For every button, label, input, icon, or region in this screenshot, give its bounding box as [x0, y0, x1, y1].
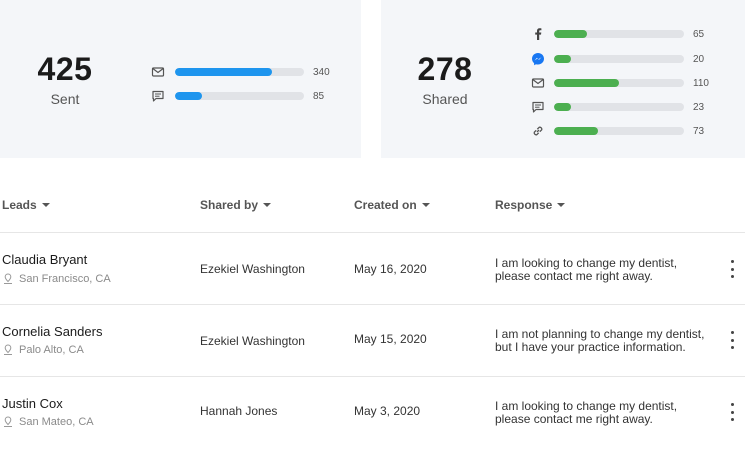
shared-email-bar-fill	[554, 79, 619, 87]
response-cell: I am looking to change my dentist, pleas…	[495, 400, 720, 426]
lead-location-text: Palo Alto, CA	[19, 344, 84, 356]
location-pin-icon	[4, 273, 12, 284]
location-pin-icon	[4, 344, 12, 355]
caret-down-icon	[421, 203, 430, 207]
shared-facebook-bar-fill	[554, 30, 587, 38]
header-created-on-label: Created on	[354, 198, 417, 212]
sent-email-value: 340	[313, 66, 330, 78]
shared-sms-bar	[554, 103, 684, 111]
header-shared-by-label: Shared by	[200, 198, 259, 212]
table-row[interactable]: Cornelia Sanders Palo Alto, CA Ezekiel W…	[0, 305, 745, 377]
shared-by-cell: Hannah Jones	[200, 404, 278, 418]
lead-location-text: San Francisco, CA	[19, 273, 111, 285]
response-cell: I am looking to change my dentist, pleas…	[495, 257, 720, 283]
shared-link-bar	[554, 127, 684, 135]
lead-name[interactable]: Justin Cox	[2, 396, 63, 411]
sent-email-bar	[175, 68, 304, 76]
shared-sms-bar-fill	[554, 103, 571, 111]
lead-name[interactable]: Cornelia Sanders	[2, 324, 102, 339]
link-icon	[531, 124, 545, 138]
table-header: Leads Shared by Created on Response	[0, 190, 745, 220]
created-on-cell: May 16, 2020	[354, 262, 427, 276]
messenger-icon	[531, 52, 545, 66]
shared-link-value: 73	[693, 125, 705, 137]
email-icon	[531, 76, 545, 90]
facebook-icon	[531, 27, 545, 41]
sent-sms-bar	[175, 92, 304, 100]
header-response-label: Response	[495, 198, 553, 212]
header-leads[interactable]: Leads	[2, 198, 50, 212]
table-row[interactable]: Claudia Bryant San Francisco, CA Ezekiel…	[0, 233, 745, 305]
shared-facebook-bar	[554, 30, 684, 38]
caret-down-icon	[263, 203, 272, 207]
response-cell: I am not planning to change my dentist, …	[495, 328, 720, 354]
sent-sms-bar-fill	[175, 92, 203, 100]
lead-location: San Mateo, CA	[2, 416, 94, 428]
sms-icon	[531, 100, 545, 114]
header-shared-by[interactable]: Shared by	[200, 198, 272, 212]
table-row[interactable]: Justin Cox San Mateo, CA Hannah Jones Ma…	[0, 377, 745, 449]
lead-location: San Francisco, CA	[2, 273, 111, 285]
created-on-cell: May 15, 2020	[354, 332, 427, 346]
shared-count: 278	[417, 51, 473, 87]
more-options-icon[interactable]	[726, 331, 738, 349]
response-line: please contact me right away.	[495, 269, 653, 283]
sent-sms-value: 85	[313, 90, 325, 102]
header-leads-label: Leads	[2, 198, 37, 212]
shared-by-cell: Ezekiel Washington	[200, 334, 305, 348]
lead-name[interactable]: Claudia Bryant	[2, 252, 87, 267]
sent-stat: 425 Sent	[10, 51, 120, 107]
shared-messenger-value: 20	[693, 53, 705, 65]
shared-sms-value: 23	[693, 101, 705, 113]
shared-stats-card: 278 Shared 65 20 110 23 73	[381, 0, 745, 158]
sms-icon	[151, 89, 165, 103]
email-icon	[151, 65, 165, 79]
shared-email-bar	[554, 79, 684, 87]
caret-down-icon	[557, 203, 566, 207]
more-options-icon[interactable]	[726, 403, 738, 421]
shared-facebook-value: 65	[693, 28, 705, 40]
sent-count: 425	[37, 51, 93, 87]
shared-messenger-bar	[554, 55, 684, 63]
sent-email-bar-fill	[175, 68, 272, 76]
shared-email-value: 110	[693, 77, 709, 89]
shared-messenger-bar-fill	[554, 55, 571, 63]
shared-label: Shared	[422, 91, 468, 107]
sent-label: Sent	[50, 91, 80, 107]
shared-link-bar-fill	[554, 127, 599, 135]
response-line: please contact me right away.	[495, 412, 653, 426]
header-created-on[interactable]: Created on	[354, 198, 430, 212]
created-on-cell: May 3, 2020	[354, 404, 421, 418]
header-response[interactable]: Response	[495, 198, 566, 212]
response-line: but I have your practice information.	[495, 340, 686, 354]
lead-location: Palo Alto, CA	[2, 344, 84, 356]
caret-down-icon	[41, 203, 50, 207]
shared-by-cell: Ezekiel Washington	[200, 262, 305, 276]
location-pin-icon	[4, 416, 12, 427]
shared-stat: 278 Shared	[390, 51, 500, 107]
lead-location-text: San Mateo, CA	[19, 416, 94, 428]
sent-stats-card: 425 Sent 340 85	[0, 0, 361, 158]
more-options-icon[interactable]	[726, 260, 738, 278]
